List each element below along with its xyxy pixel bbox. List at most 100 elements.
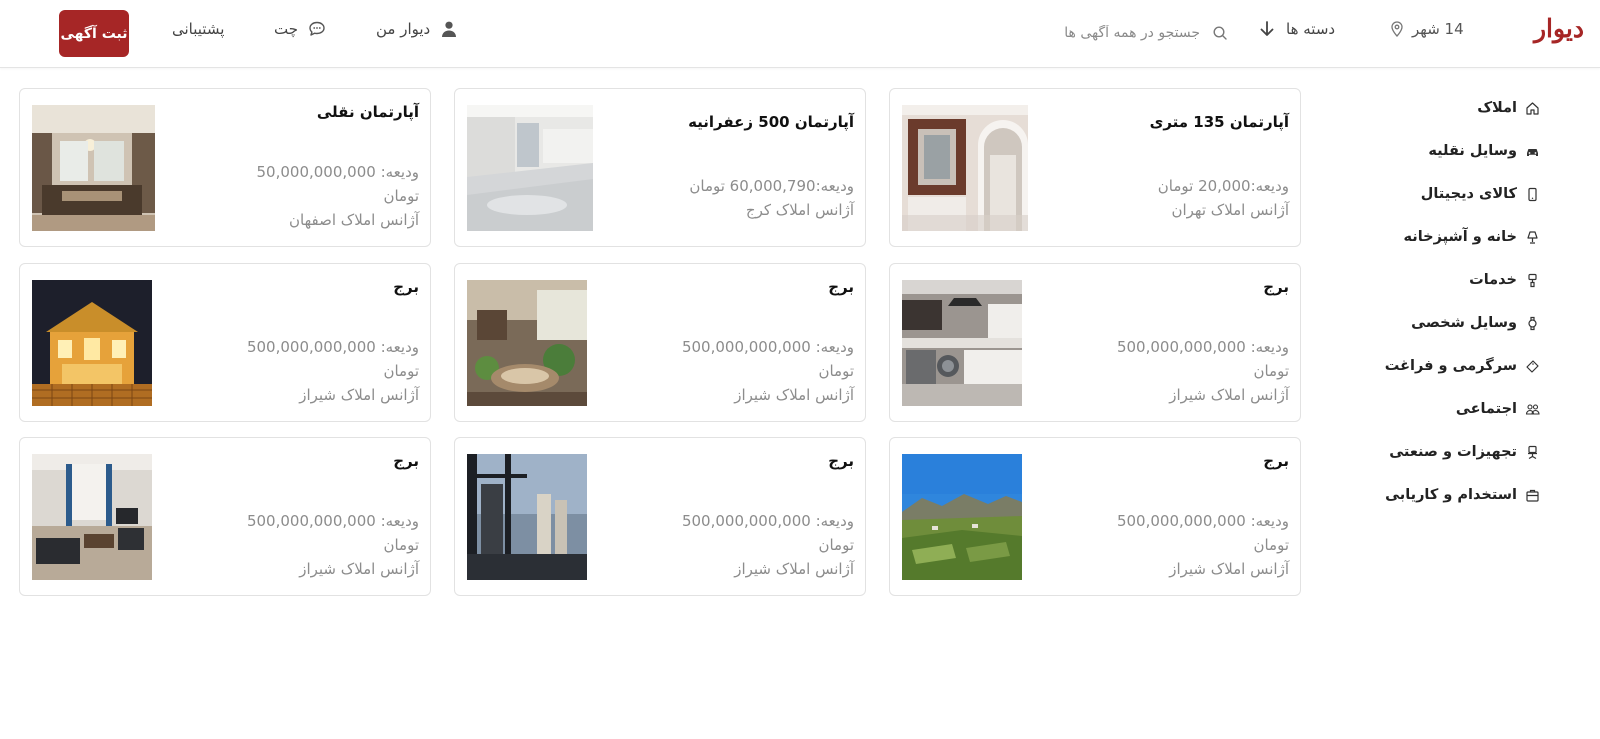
paint-roller-icon: [1528, 273, 1537, 287]
listing-price: ودیعه:20,000 تومان: [1157, 177, 1289, 195]
listing-card[interactable]: برج ودیعه: 500,000,000,000 تومان آژانس ا…: [454, 437, 866, 596]
sidebar-item-label: املاک: [1477, 100, 1517, 116]
sidebar-item-label: سرگرمی و فراغت: [1384, 358, 1517, 374]
listing-price-unit: تومان: [1253, 536, 1289, 554]
people-icon: [1525, 403, 1540, 415]
listing-price-unit: تومان: [818, 536, 854, 554]
listing-card[interactable]: برج ودیعه: 500,000,000,000 تومان آژانس ا…: [889, 263, 1301, 422]
search-bar[interactable]: [1010, 16, 1228, 50]
listing-agency: آژانس املاک اصفهان: [289, 211, 419, 229]
sidebar-item-entertainment[interactable]: سرگرمی و فراغت: [1385, 358, 1540, 374]
listing-agency: آژانس املاک شیراز: [299, 560, 419, 578]
listing-title[interactable]: برج: [1263, 278, 1289, 296]
listing-price: ودیعه: 500,000,000,000: [681, 338, 854, 356]
listing-card[interactable]: برج ودیعه: 500,000,000,000 تومان آژانس ا…: [889, 437, 1301, 596]
sidebar-item-label: وسایل شخصی: [1411, 315, 1517, 331]
chat-label: چت: [274, 20, 299, 38]
listing-image[interactable]: [32, 280, 152, 406]
sidebar-item-industrial[interactable]: تجهیزات و صنعتی: [1389, 444, 1540, 460]
listing-agency: آژانس املاک شیراز: [1169, 560, 1289, 578]
listing-agency: آژانس املاک شیراز: [734, 560, 854, 578]
listing-card[interactable]: آپارتمان نقلی ودیعه: 50,000,000,000 توما…: [19, 88, 431, 247]
chat-link[interactable]: چت: [274, 20, 326, 38]
listing-title[interactable]: برج: [393, 278, 419, 296]
sidebar-item-label: اجتماعی: [1455, 401, 1517, 417]
search-icon: [1213, 26, 1227, 40]
city-selector[interactable]: 14 شهر: [1390, 20, 1464, 38]
listing-title[interactable]: برج: [393, 452, 419, 470]
listing-agency: آژانس املاک شیراز: [1169, 386, 1289, 404]
listing-price-unit: تومان: [383, 187, 419, 205]
divar-logo[interactable]: دیوار: [1514, 14, 1584, 43]
listing-image[interactable]: [32, 454, 152, 580]
arrow-down-icon: [1260, 21, 1274, 36]
listing-card[interactable]: برج ودیعه: 500,000,000,000 تومان آژانس ا…: [19, 437, 431, 596]
my-divar-label: دیوار من: [376, 20, 431, 38]
top-header: دیوار 14 شهر دسته ها دیوار من چت: [0, 0, 1600, 68]
listing-price: ودیعه: 500,000,000,000: [1116, 512, 1289, 530]
chair-icon: [1528, 445, 1537, 459]
support-link[interactable]: پشتیبانی: [172, 20, 224, 38]
listing-card[interactable]: آپارتمان 500 زعفرانیه ودیعه:60,000,790 ت…: [454, 88, 866, 247]
briefcase-icon: [1526, 489, 1539, 502]
listing-price: ودیعه: 500,000,000,000: [681, 512, 854, 530]
listing-agency: آژانس املاک کرج: [745, 201, 854, 219]
sidebar-item-jobs[interactable]: استخدام و کاریابی: [1385, 487, 1540, 503]
listing-card[interactable]: برج ودیعه: 500,000,000,000 تومان آژانس ا…: [19, 263, 431, 422]
listing-title[interactable]: آپارتمان نقلی: [317, 103, 419, 121]
location-pin-icon: [1391, 21, 1403, 37]
listing-price: ودیعه: 50,000,000,000: [256, 163, 420, 181]
listing-title[interactable]: آپارتمان 135 متری: [1150, 113, 1289, 131]
sidebar-item-label: خدمات: [1469, 272, 1517, 288]
listing-price: ودیعه:60,000,790 تومان: [689, 177, 854, 195]
categories-dropdown[interactable]: دسته ها: [1258, 20, 1335, 38]
listing-image[interactable]: [902, 454, 1022, 580]
listing-price-unit: تومان: [383, 536, 419, 554]
listing-card[interactable]: برج ودیعه: 500,000,000,000 تومان آژانس ا…: [454, 263, 866, 422]
listing-title[interactable]: برج: [828, 452, 854, 470]
listing-title[interactable]: آپارتمان 500 زعفرانیه: [688, 113, 854, 131]
home-icon: [1526, 101, 1539, 115]
search-input[interactable]: [1030, 25, 1200, 41]
sidebar-item-digital[interactable]: کالای دیجیتال: [1421, 186, 1540, 202]
city-label: 14 شهر: [1412, 20, 1464, 38]
sidebar-item-label: وسایل نقلیه: [1428, 143, 1517, 159]
listing-price: ودیعه: 500,000,000,000: [246, 338, 419, 356]
sidebar-item-home-kitchen[interactable]: خانه و آشپزخانه: [1403, 229, 1540, 245]
listing-image[interactable]: [467, 454, 587, 580]
listing-image[interactable]: [467, 280, 587, 406]
listing-agency: آژانس املاک شیراز: [734, 386, 854, 404]
post-ad-button[interactable]: ثبت آگهی: [59, 10, 129, 57]
sidebar-item-label: تجهیزات و صنعتی: [1389, 444, 1517, 460]
listing-title[interactable]: برج: [1263, 452, 1289, 470]
listing-agency: آژانس املاک شیراز: [299, 386, 419, 404]
support-label: پشتیبانی: [172, 20, 225, 38]
listing-price: ودیعه: 500,000,000,000: [1116, 338, 1289, 356]
sidebar-item-real-estate[interactable]: املاک: [1477, 100, 1540, 116]
listing-image[interactable]: [902, 105, 1028, 231]
listing-price-unit: تومان: [1253, 362, 1289, 380]
lamp-icon: [1527, 230, 1538, 244]
my-divar-link[interactable]: دیوار من: [376, 20, 458, 38]
chat-bubble-icon: [309, 21, 325, 36]
listing-price-unit: تومان: [818, 362, 854, 380]
sidebar-item-label: استخدام و کاریابی: [1385, 487, 1517, 503]
listing-card[interactable]: آپارتمان 135 متری ودیعه:20,000 تومان آژا…: [889, 88, 1301, 247]
listing-title[interactable]: برج: [828, 278, 854, 296]
car-icon: [1527, 148, 1538, 156]
categories-label: دسته ها: [1286, 20, 1336, 38]
listing-agency: آژانس املاک تهران: [1171, 201, 1289, 219]
sidebar-item-vehicles[interactable]: وسایل نقلیه: [1428, 143, 1540, 159]
listing-image[interactable]: [467, 105, 593, 231]
listing-image[interactable]: [902, 280, 1022, 406]
watch-icon: [1528, 316, 1537, 330]
listing-price-unit: تومان: [383, 362, 419, 380]
sidebar-item-services[interactable]: خدمات: [1469, 272, 1540, 288]
user-icon: [442, 21, 457, 37]
sidebar-item-personal[interactable]: وسایل شخصی: [1411, 315, 1540, 331]
listing-image[interactable]: [32, 105, 155, 231]
sidebar-item-social[interactable]: اجتماعی: [1456, 401, 1540, 417]
ticket-icon: [1526, 359, 1539, 373]
sidebar-item-label: خانه و آشپزخانه: [1403, 229, 1517, 245]
sidebar-item-label: کالای دیجیتال: [1420, 186, 1517, 202]
